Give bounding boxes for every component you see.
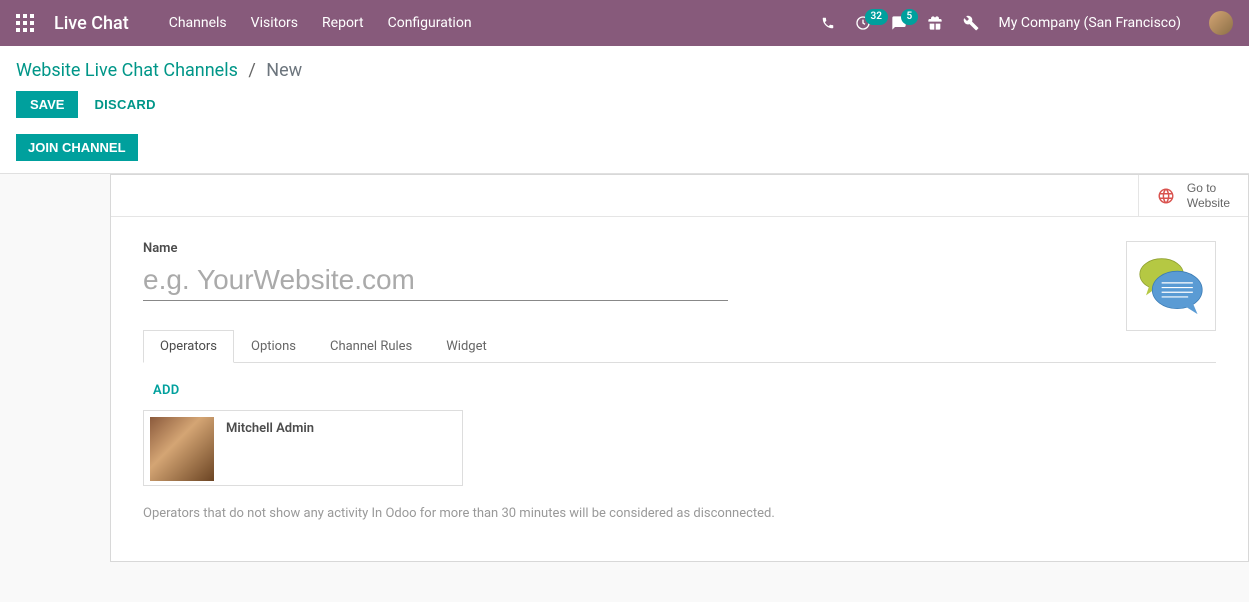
app-title[interactable]: Live Chat (54, 13, 129, 34)
message-badge: 5 (901, 9, 919, 25)
channel-image[interactable] (1126, 241, 1216, 331)
goto-website-button[interactable]: Go to Website (1138, 175, 1248, 216)
clock-icon[interactable]: 32 (855, 15, 871, 31)
clock-badge: 32 (865, 9, 888, 25)
user-avatar[interactable] (1209, 11, 1233, 35)
menu-channels[interactable]: Channels (169, 15, 227, 31)
tabs: Operators Options Channel Rules Widget (143, 329, 1216, 363)
name-label: Name (143, 241, 1216, 256)
goto-website-label: Go to Website (1187, 181, 1230, 210)
phone-icon[interactable] (821, 16, 835, 30)
tab-operators[interactable]: Operators (143, 330, 234, 363)
wrench-icon[interactable] (963, 15, 979, 31)
name-input[interactable] (143, 260, 728, 301)
top-navbar: Live Chat Channels Visitors Report Confi… (0, 0, 1249, 46)
main-menu: Channels Visitors Report Configuration (169, 15, 472, 31)
tab-widget[interactable]: Widget (429, 330, 503, 363)
company-selector[interactable]: My Company (San Francisco) (999, 15, 1181, 31)
breadcrumb-bar: Website Live Chat Channels / New SAVE DI… (0, 46, 1249, 128)
breadcrumb: Website Live Chat Channels / New (16, 60, 1233, 81)
join-channel-button[interactable]: JOIN CHANNEL (16, 134, 138, 161)
operator-card[interactable]: Mitchell Admin (143, 410, 463, 486)
add-operator-button[interactable]: ADD (153, 383, 180, 398)
breadcrumb-sep: / (248, 60, 255, 81)
menu-visitors[interactable]: Visitors (251, 15, 298, 31)
menu-configuration[interactable]: Configuration (388, 15, 472, 31)
apps-icon[interactable] (16, 14, 34, 32)
operator-name: Mitchell Admin (226, 421, 314, 436)
operator-avatar (150, 417, 214, 481)
tab-content-operators: ADD Mitchell Admin Operators that do not… (143, 363, 1216, 537)
save-button[interactable]: SAVE (16, 91, 78, 118)
tab-channel-rules[interactable]: Channel Rules (313, 330, 429, 363)
tab-options[interactable]: Options (234, 330, 313, 363)
discard-button[interactable]: DISCARD (94, 97, 155, 112)
menu-report[interactable]: Report (322, 15, 364, 31)
breadcrumb-current: New (266, 60, 302, 81)
breadcrumb-root[interactable]: Website Live Chat Channels (16, 60, 238, 81)
form-sheet: Go to Website Name (110, 174, 1249, 562)
message-icon[interactable]: 5 (891, 15, 907, 31)
operators-help-text: Operators that do not show any activity … (143, 506, 1216, 521)
globe-icon (1157, 187, 1175, 205)
status-bar: JOIN CHANNEL (0, 128, 1249, 174)
gift-icon[interactable] (927, 15, 943, 31)
button-box: Go to Website (111, 175, 1248, 217)
navbar-right: 32 5 My Company (San Francisco) (821, 11, 1233, 35)
